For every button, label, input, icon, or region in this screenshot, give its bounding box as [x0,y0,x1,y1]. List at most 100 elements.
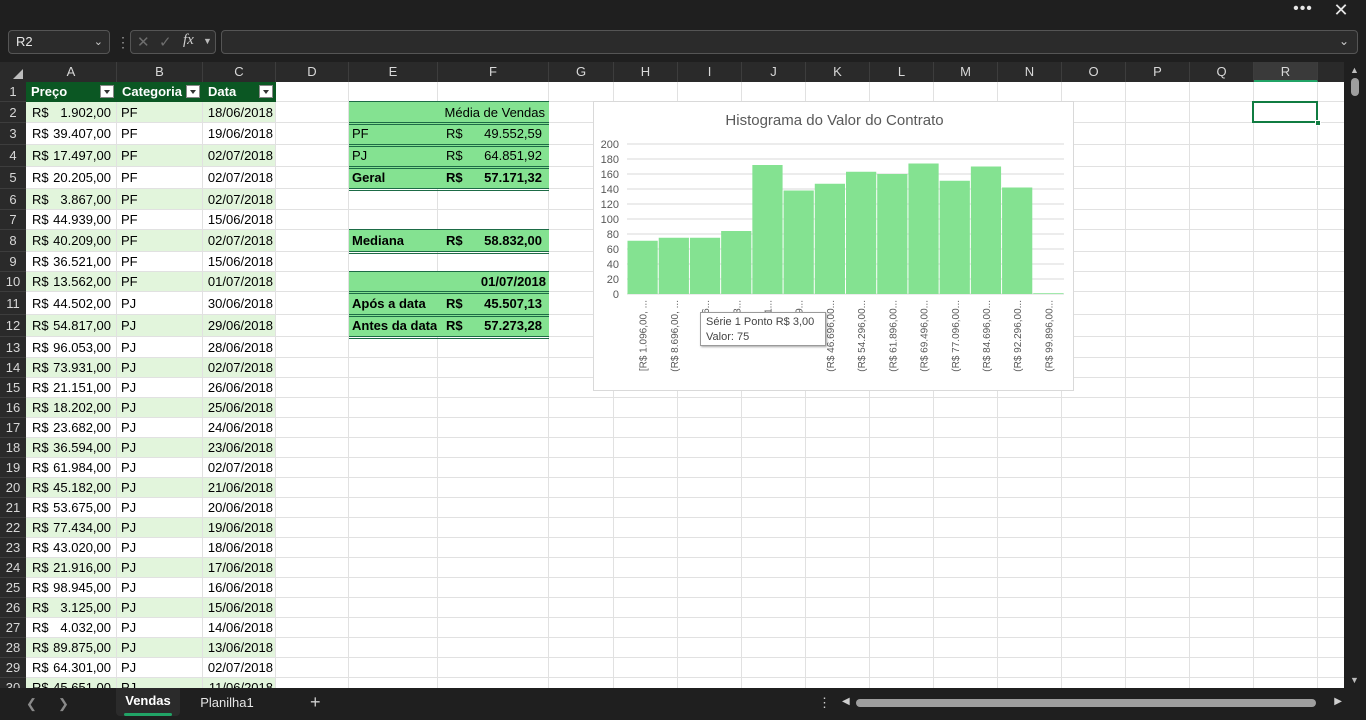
fill-handle[interactable] [1315,120,1321,126]
column-header-p[interactable]: P [1126,62,1190,82]
cell-preco[interactable]: R$ 61.984,00 [26,458,117,478]
cell-preco[interactable]: R$ 64.301,00 [26,658,117,678]
cell-preco[interactable]: R$ 40.209,00 [26,230,117,252]
cell-categoria[interactable]: PF [121,272,203,292]
row-header-9[interactable]: 9 [0,252,26,272]
chevron-down-icon[interactable]: ⌄ [94,31,103,53]
cell-data[interactable]: 02/07/2018 [203,230,273,252]
scroll-up-icon[interactable]: ▲ [1350,65,1359,75]
row-header-21[interactable]: 21 [0,498,26,518]
cell-preco[interactable]: R$ 98.945,00 [26,578,117,598]
row-header-17[interactable]: 17 [0,418,26,438]
histogram-bar[interactable] [721,231,752,294]
cell-data[interactable]: 15/06/2018 [203,252,273,272]
scroll-right-icon[interactable]: ▶ [1334,696,1342,707]
cell-categoria[interactable]: PJ [121,578,203,598]
media-vendas-title[interactable]: Média de Vendas [349,102,545,123]
histogram-bar[interactable] [1033,293,1064,294]
column-header-o[interactable]: O [1062,62,1126,82]
add-sheet-button[interactable]: + [310,692,321,713]
cell-preco[interactable]: R$ 3.125,00 [26,598,117,618]
cell-preco[interactable]: R$ 73.931,00 [26,358,117,378]
cell-preco[interactable]: R$ 1.902,00 [26,102,117,123]
cell-data[interactable]: 02/07/2018 [203,145,273,167]
row-header-7[interactable]: 7 [0,210,26,230]
column-header-g[interactable]: G [549,62,614,82]
vertical-scroll-thumb[interactable] [1351,78,1359,96]
cell-categoria[interactable]: PJ [121,398,203,418]
cell-preco[interactable]: R$ 20.205,00 [26,167,117,189]
cell-categoria[interactable]: PJ [121,538,203,558]
cell-categoria[interactable]: PF [121,252,203,272]
column-header-n[interactable]: N [998,62,1062,82]
row-header-22[interactable]: 22 [0,518,26,538]
cell-data[interactable]: 01/07/2018 [203,272,273,292]
row-header-4[interactable]: 4 [0,145,26,167]
vertical-dots-icon[interactable]: ⋮ [116,34,130,51]
header-categoria[interactable]: Categoria [117,82,203,102]
cell-preco[interactable]: R$ 43.020,00 [26,538,117,558]
column-header-r[interactable]: R [1254,62,1318,82]
cell-categoria[interactable]: PJ [121,498,203,518]
more-options-button[interactable]: ••• [1290,1,1316,20]
row-header-15[interactable]: 15 [0,378,26,398]
cell-preco[interactable]: R$ 36.594,00 [26,438,117,458]
cell-categoria[interactable]: PJ [121,618,203,638]
cell-data[interactable]: 02/07/2018 [203,458,273,478]
cell-data[interactable]: 30/06/2018 [203,292,273,315]
cell-data[interactable]: 02/07/2018 [203,358,273,378]
histogram-bar[interactable] [970,166,1002,295]
histogram-bar[interactable] [752,165,783,294]
cell-preco[interactable]: R$ 3.867,00 [26,189,117,210]
column-header-f[interactable]: F [438,62,549,82]
cell-categoria[interactable]: PJ [121,478,203,498]
cell-data[interactable]: 15/06/2018 [203,598,273,618]
histogram-bar[interactable] [627,240,658,294]
row-header-11[interactable]: 11 [0,292,26,315]
summary-label[interactable]: Mediana [352,230,404,252]
summary-value[interactable]: 57.171,32 [438,167,542,189]
cell-preco[interactable]: R$ 18.202,00 [26,398,117,418]
chevron-down-icon[interactable]: ▼ [203,36,212,46]
cell-preco[interactable]: R$ 23.682,00 [26,418,117,438]
column-header-k[interactable]: K [806,62,870,82]
row-header-20[interactable]: 20 [0,478,26,498]
horizontal-scroll-thumb[interactable] [856,699,1316,707]
cell-categoria[interactable]: PJ [121,418,203,438]
cancel-icon[interactable]: ✕ [137,33,150,51]
histogram-bar[interactable] [939,180,970,294]
worksheet-grid[interactable]: Preço Categoria Data R$ 1.902,00 PF 18/06/2018… [26,82,1344,688]
cell-categoria[interactable]: PJ [121,438,203,458]
cell-categoria[interactable]: PF [121,230,203,252]
cell-categoria[interactable]: PJ [121,378,203,398]
previous-sheet-icon[interactable]: ❮ [26,696,37,712]
row-header-30[interactable]: 30 [0,678,26,688]
column-header-j[interactable]: J [742,62,806,82]
filter-dropdown-icon[interactable] [100,85,114,98]
cell-preco[interactable]: R$ 45.182,00 [26,478,117,498]
vertical-scrollbar[interactable]: ▲ ▼ [1344,62,1366,688]
cell-data[interactable]: 17/06/2018 [203,558,273,578]
cell-categoria[interactable]: PJ [121,558,203,578]
histogram-bar[interactable] [877,174,908,294]
filter-dropdown-icon[interactable] [259,85,273,98]
column-header-b[interactable]: B [117,62,203,82]
close-button[interactable]: ✕ [1330,0,1352,22]
row-header-24[interactable]: 24 [0,558,26,578]
column-header-l[interactable]: L [870,62,934,82]
column-header-e[interactable]: E [349,62,438,82]
row-header-2[interactable]: 2 [0,102,26,123]
histogram-bar[interactable] [783,190,814,295]
cell-preco[interactable]: R$ 39.407,00 [26,123,117,145]
summary-value[interactable]: 64.851,92 [438,145,542,167]
histogram-bar[interactable] [814,183,845,294]
cell-preco[interactable]: R$ 89.875,00 [26,638,117,658]
formula-input[interactable]: ⌄ [221,30,1358,54]
cell-categoria[interactable]: PJ [121,337,203,358]
cell-preco[interactable]: R$ 4.032,00 [26,618,117,638]
cell-preco[interactable]: R$ 17.497,00 [26,145,117,167]
histogram-chart[interactable]: Histograma do Valor do Contrato 0 20 40 60 80… [593,101,1074,391]
expand-chevron-icon[interactable]: ⌄ [1339,34,1349,48]
insert-function-icon[interactable]: fx [183,32,194,49]
scroll-left-icon[interactable]: ◀ [842,696,850,707]
